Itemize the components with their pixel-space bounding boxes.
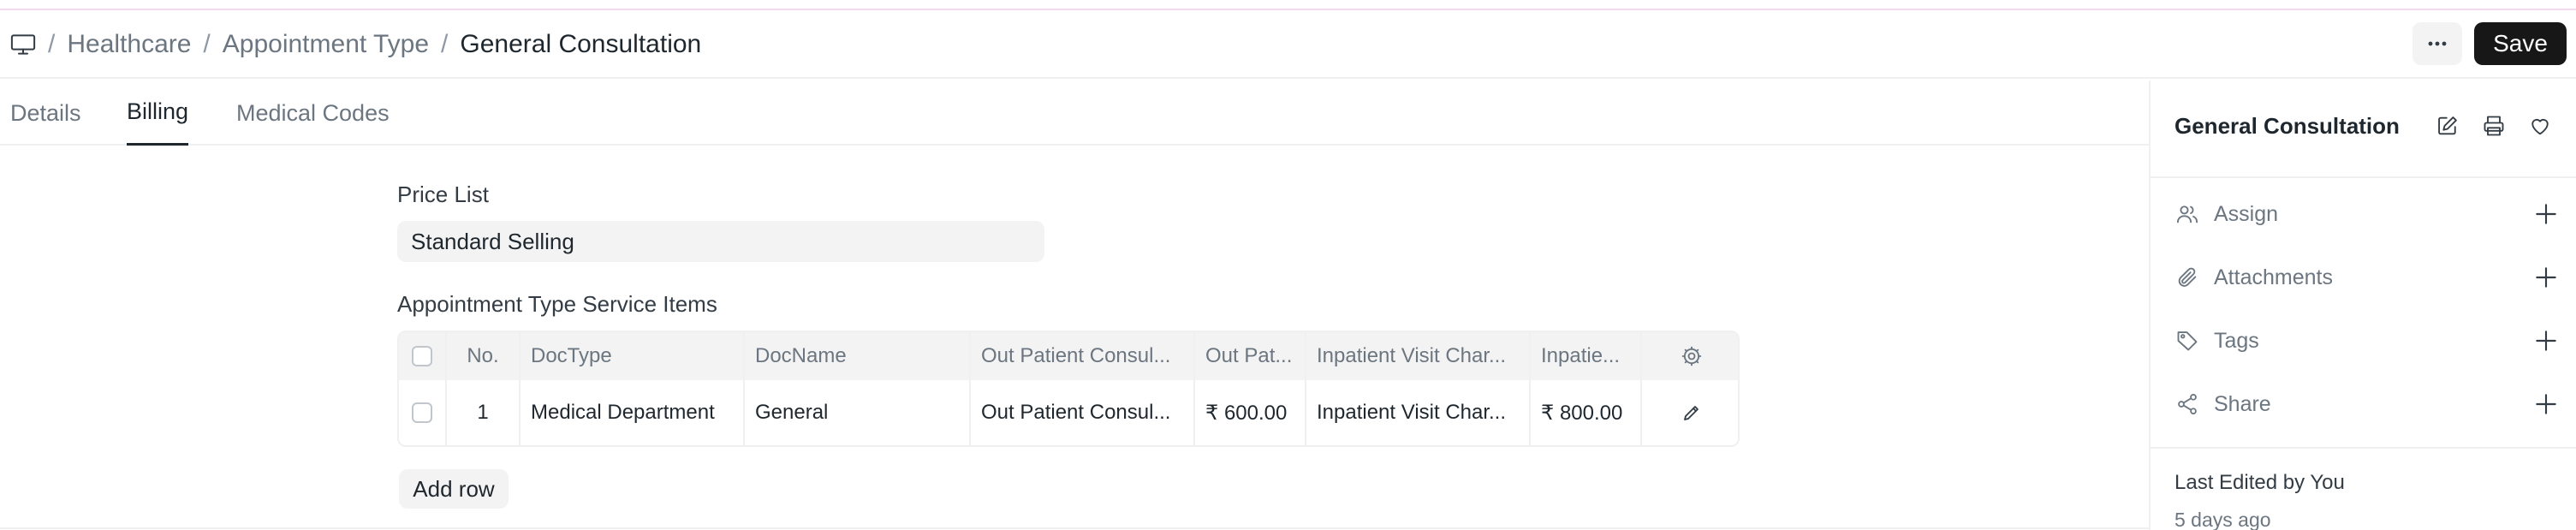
table-row[interactable]: 1 Medical Department General Out Patient… bbox=[399, 380, 1738, 445]
service-items-label: Appointment Type Service Items bbox=[397, 291, 717, 317]
breadcrumb-appointment-type[interactable]: Appointment Type bbox=[223, 30, 429, 59]
sidebar-item-label: Assign bbox=[2214, 201, 2279, 226]
monitor-icon[interactable] bbox=[10, 33, 36, 56]
plus-icon[interactable] bbox=[2532, 264, 2560, 291]
sidebar-title: General Consultation bbox=[2174, 113, 2400, 139]
column-header-inpatient-visit: Inpatient Visit Char... bbox=[1306, 332, 1531, 380]
heart-icon bbox=[2531, 118, 2549, 135]
section-divider bbox=[0, 527, 2149, 529]
breadcrumb-healthcare[interactable]: Healthcare bbox=[67, 30, 191, 59]
sidebar-item-assign[interactable]: Assign bbox=[2174, 197, 2560, 231]
cell-doctype[interactable]: Medical Department bbox=[521, 380, 745, 445]
last-edited-label: Last Edited by You bbox=[2174, 471, 2345, 494]
plus-icon[interactable] bbox=[2532, 200, 2560, 228]
add-row-button[interactable]: Add row bbox=[399, 469, 509, 509]
like-button[interactable] bbox=[2525, 111, 2555, 140]
breadcrumb-separator: / bbox=[203, 30, 211, 58]
tab-billing[interactable]: Billing bbox=[127, 80, 189, 146]
row-edit-cell bbox=[1642, 380, 1738, 445]
select-all-checkbox[interactable] bbox=[412, 346, 432, 366]
page-title: General Consultation bbox=[460, 30, 702, 58]
printer-icon bbox=[2484, 116, 2504, 136]
column-header-doctype: DocType bbox=[521, 332, 745, 380]
users-icon bbox=[2174, 201, 2200, 227]
row-checkbox[interactable] bbox=[412, 402, 432, 423]
plus-icon[interactable] bbox=[2532, 327, 2560, 354]
column-header-no: No. bbox=[447, 332, 521, 380]
gear-icon[interactable] bbox=[1680, 344, 1704, 368]
more-actions-button[interactable] bbox=[2412, 22, 2462, 65]
share-icon bbox=[2174, 391, 2200, 417]
plus-icon[interactable] bbox=[2532, 390, 2560, 418]
cell-inpatient-charge[interactable]: ₹ 800.00 bbox=[1531, 380, 1642, 445]
form-tabs: Details Billing Medical Codes bbox=[0, 80, 2149, 146]
price-list-label: Price List bbox=[397, 182, 489, 207]
pencil-icon[interactable] bbox=[1681, 402, 1702, 423]
top-accent-line bbox=[0, 0, 2576, 10]
breadcrumb: / Healthcare / Appointment Type / Genera… bbox=[10, 10, 701, 79]
sidebar-item-label: Share bbox=[2214, 391, 2271, 416]
column-header-docname: DocName bbox=[745, 332, 971, 380]
print-button[interactable] bbox=[2479, 111, 2508, 140]
sidebar-item-label: Attachments bbox=[2214, 265, 2333, 289]
save-button[interactable]: Save bbox=[2474, 22, 2567, 65]
column-header-out-patient-consult: Out Patient Consul... bbox=[971, 332, 1195, 380]
cell-no: 1 bbox=[447, 380, 521, 445]
sidebar-item-share[interactable]: Share bbox=[2174, 387, 2560, 421]
column-header-out-patient-charge: Out Pat... bbox=[1195, 332, 1306, 380]
tab-medical-codes[interactable]: Medical Codes bbox=[236, 80, 390, 146]
last-edited-time: 5 days ago bbox=[2174, 509, 2271, 530]
column-header-inpatient-charge: Inpatie... bbox=[1531, 332, 1642, 380]
price-list-field[interactable]: Standard Selling bbox=[397, 221, 1044, 262]
row-select-cell bbox=[399, 380, 447, 445]
sidebar-item-label: Tags bbox=[2214, 328, 2259, 353]
column-settings-cell bbox=[1642, 332, 1738, 380]
breadcrumb-separator: / bbox=[48, 30, 56, 58]
edit-title-button[interactable] bbox=[2433, 111, 2462, 140]
table-header: No. DocType DocName Out Patient Consul..… bbox=[399, 332, 1738, 380]
cell-out-patient-consult[interactable]: Out Patient Consul... bbox=[971, 380, 1195, 445]
service-items-table: No. DocType DocName Out Patient Consul..… bbox=[397, 331, 1740, 447]
tag-icon bbox=[2174, 328, 2200, 354]
sidebar-divider bbox=[2151, 447, 2576, 449]
select-all-cell bbox=[399, 332, 447, 380]
page-header: / Healthcare / Appointment Type / Genera… bbox=[0, 10, 2576, 79]
tab-details[interactable]: Details bbox=[10, 80, 81, 146]
form-sidebar: General Consultation Assign Attachments … bbox=[2149, 80, 2576, 530]
cell-docname[interactable]: General bbox=[745, 380, 971, 445]
paperclip-icon bbox=[2174, 265, 2200, 290]
more-horizontal-icon bbox=[2428, 41, 2447, 46]
edit-icon bbox=[2438, 116, 2457, 135]
breadcrumb-separator: / bbox=[441, 30, 449, 58]
sidebar-divider bbox=[2151, 176, 2576, 178]
sidebar-item-attachments[interactable]: Attachments bbox=[2174, 260, 2560, 295]
sidebar-item-tags[interactable]: Tags bbox=[2174, 324, 2560, 358]
cell-inpatient-visit[interactable]: Inpatient Visit Char... bbox=[1306, 380, 1531, 445]
cell-out-patient-charge[interactable]: ₹ 600.00 bbox=[1195, 380, 1306, 445]
